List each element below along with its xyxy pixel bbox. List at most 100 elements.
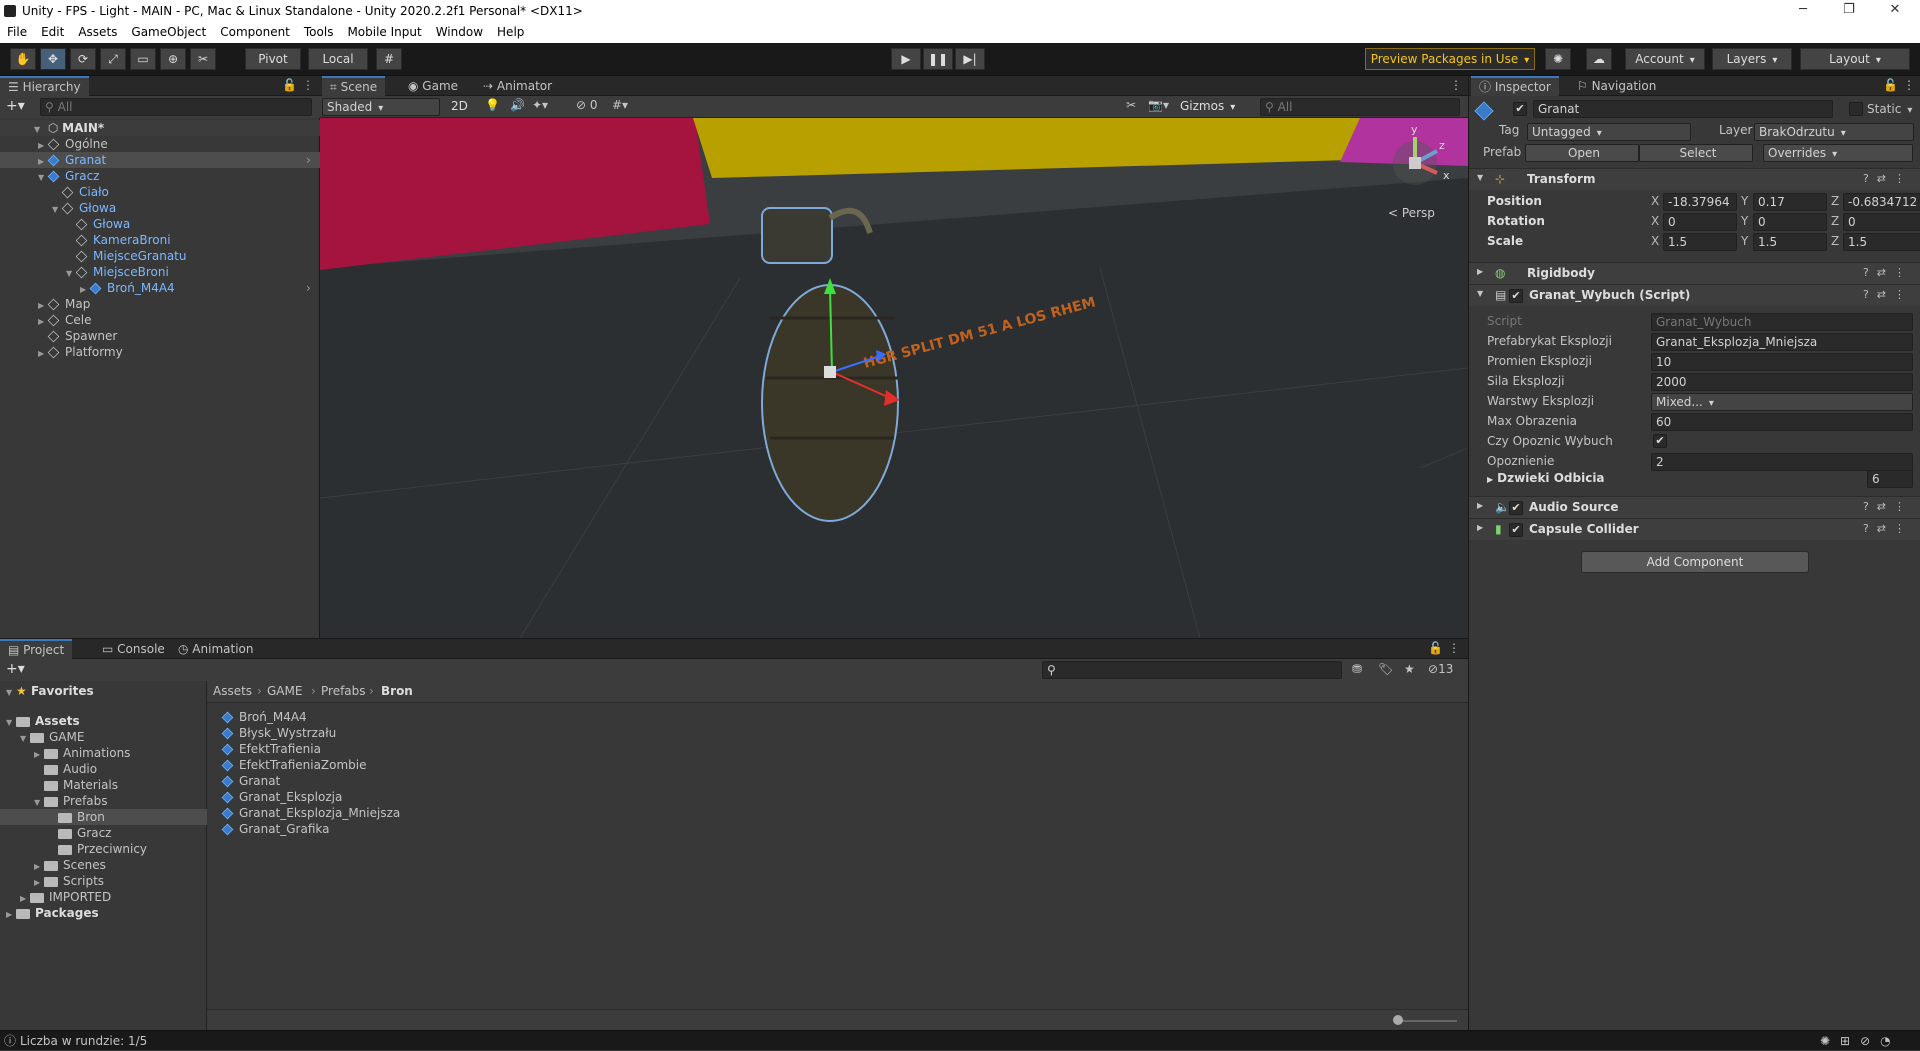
status-message[interactable]: Liczba w rundzie: 1/5 <box>20 1031 147 1051</box>
project-file-item[interactable]: Granat <box>221 773 622 789</box>
axis-x-label[interactable]: X <box>1651 192 1659 210</box>
maximize-button[interactable]: ❐ <box>1826 0 1872 22</box>
capsule-collider-header[interactable]: ▶ ▮ ✔ Capsule Collider ?⇄⋮ <box>1469 518 1920 540</box>
favorite-star-icon[interactable]: ★ <box>1404 662 1415 676</box>
audio-source-header[interactable]: ▶ 🔈 ✔ Audio Source ?⇄⋮ <box>1469 496 1920 518</box>
hierarchy-item[interactable]: ▶ Broń_M4A4 › <box>0 280 320 296</box>
filter-type-icon[interactable]: ⛃ <box>1352 662 1362 676</box>
hierarchy-item[interactable]: MiejsceGranatu <box>0 248 320 264</box>
expand-icon[interactable]: ▼ <box>6 685 16 701</box>
tab-scene[interactable]: ⌗ Scene <box>322 76 386 96</box>
lock-icon[interactable]: 🔓 <box>282 78 297 92</box>
project-file-item[interactable]: Broń_M4A4 <box>221 709 622 725</box>
breadcrumb-game[interactable]: GAME <box>267 684 302 698</box>
transform-rotation-z-input[interactable]: 0 <box>1843 213 1920 231</box>
scene-viewport[interactable]: HGR SPLIT DM 51 A LOS RHEM y z x < Persp <box>320 118 1468 638</box>
expand-icon[interactable]: ▶ <box>1477 523 1483 532</box>
scene-row[interactable]: ▼ ⬡ MAIN* <box>0 120 320 136</box>
project-file-item[interactable]: EfektTrafieniaZombie <box>221 757 622 773</box>
services-icon[interactable]: ✺ <box>1545 48 1571 70</box>
add-component-button[interactable]: Add Component <box>1581 551 1809 573</box>
component-icons[interactable]: ?⇄⋮ <box>1863 172 1913 185</box>
expand-icon[interactable]: ▶ <box>6 907 16 923</box>
tab-project[interactable]: ▤ Project <box>0 639 73 659</box>
project-tree-item[interactable]: ▼ ★ Favorites <box>0 683 207 699</box>
icon-size-slider[interactable] <box>1397 1020 1457 1022</box>
scene-search-input[interactable]: ⚲ All <box>1260 98 1460 116</box>
hidden-packages-icon[interactable]: ⊘13 <box>1428 662 1453 676</box>
menu-tools[interactable]: Tools <box>297 22 341 43</box>
script-header[interactable]: ▼ ▤ ✔ Granat_Wybuch (Script) ?⇄⋮ <box>1469 284 1920 306</box>
tab-console[interactable]: ▭ Console <box>94 639 173 659</box>
component-icons[interactable]: ?⇄⋮ <box>1863 288 1913 301</box>
scene-more-icon[interactable]: ⋮ <box>1450 78 1462 92</box>
hierarchy-item[interactable]: ▼ Głowa <box>0 200 320 216</box>
prefab-open-button[interactable]: Open <box>1525 144 1639 162</box>
grid-snap-icon[interactable]: # <box>376 48 402 70</box>
scale-tool-icon[interactable]: ⤢ <box>100 48 126 70</box>
prefab-select-button[interactable]: Select <box>1639 144 1753 162</box>
component-icons[interactable]: ?⇄⋮ <box>1863 522 1913 535</box>
more-menu-icon[interactable]: ⋮ <box>302 78 314 92</box>
axis-z-label[interactable]: Z <box>1831 192 1839 210</box>
local-toggle[interactable]: Local <box>308 48 368 70</box>
project-tree-item[interactable]: Materials <box>0 777 207 793</box>
project-tree-item[interactable]: Przeciwnicy <box>0 841 207 857</box>
project-tree-item[interactable]: Gracz <box>0 825 207 841</box>
hidden-objects-icon[interactable]: ⊘ 0 <box>576 98 598 112</box>
create-icon[interactable]: +▾ <box>6 98 25 114</box>
breadcrumb-assets[interactable]: Assets <box>213 684 252 698</box>
audio-enabled-checkbox[interactable]: ✔ <box>1509 501 1523 515</box>
hierarchy-item[interactable]: ▶ Platformy <box>0 344 320 360</box>
camera-icon[interactable]: 📷▾ <box>1148 98 1169 112</box>
hierarchy-item[interactable]: ▶ Map <box>0 296 320 312</box>
close-button[interactable]: ✕ <box>1872 0 1918 22</box>
project-file-item[interactable]: Granat_Eksplozja <box>221 789 622 805</box>
tab-animation[interactable]: ◷ Animation <box>170 639 261 659</box>
hierarchy-item[interactable]: ▼ MiejsceBroni <box>0 264 320 280</box>
project-tree-item[interactable]: ▼ Prefabs <box>0 793 207 809</box>
project-lock-icon[interactable]: 🔓 <box>1428 641 1443 655</box>
script-value-input[interactable]: 2 <box>1651 453 1913 471</box>
menu-mobile-input[interactable]: Mobile Input <box>340 22 428 43</box>
axis-x-label[interactable]: X <box>1651 212 1659 230</box>
tab-game[interactable]: ◉ Game <box>400 76 466 96</box>
project-tree-item[interactable]: ▶ Animations <box>0 745 207 761</box>
hand-tool-icon[interactable]: ✋ <box>10 48 36 70</box>
hierarchy-item[interactable]: ▼ Gracz <box>0 168 320 184</box>
expand-icon[interactable]: ▼ <box>1477 173 1483 182</box>
component-icons[interactable]: ?⇄⋮ <box>1863 500 1913 513</box>
breadcrumb-bron[interactable]: Bron <box>381 684 413 698</box>
breadcrumb-prefabs[interactable]: Prefabs <box>321 684 366 698</box>
lighting-icon[interactable]: 💡 <box>485 98 500 112</box>
warstwy-eksplozji-dropdown[interactable]: Mixed... <box>1651 393 1913 411</box>
axis-y-label[interactable]: Y <box>1741 232 1748 250</box>
menu-gameobject[interactable]: GameObject <box>124 22 213 43</box>
preview-packages-button[interactable]: Preview Packages in Use <box>1365 48 1535 70</box>
prefab-overrides-dropdown[interactable]: Overrides <box>1763 144 1913 162</box>
object-name-input[interactable]: Granat <box>1533 100 1833 118</box>
rotate-tool-icon[interactable]: ⟳ <box>70 48 96 70</box>
project-tree-item[interactable]: Audio <box>0 761 207 777</box>
menu-edit[interactable]: Edit <box>34 22 71 43</box>
expand-icon[interactable]: ▶ <box>1477 267 1483 276</box>
script-value-input[interactable]: 10 <box>1651 353 1913 371</box>
transform-header[interactable]: ▼ ⊹ Transform ?⇄⋮ <box>1469 168 1920 190</box>
status-icons[interactable]: ✺⊞⊘◔ <box>1820 1031 1901 1051</box>
tab-navigation[interactable]: ⚐ Navigation <box>1569 76 1664 96</box>
effects-icon[interactable]: ✦▾ <box>532 98 548 112</box>
hierarchy-search-input[interactable]: ⚲ All <box>40 98 312 116</box>
tab-hierarchy[interactable]: ☰ Hierarchy <box>0 76 89 96</box>
persp-label[interactable]: < Persp <box>1388 206 1435 220</box>
project-tree-item[interactable]: ▶ Scripts <box>0 873 207 889</box>
tab-inspector[interactable]: ⓘ Inspector <box>1471 76 1559 96</box>
project-tree-item[interactable]: ▶ Packages <box>0 905 207 921</box>
move-tool-icon[interactable]: ✥ <box>40 48 66 70</box>
inspector-lock-icon[interactable]: 🔓 <box>1883 78 1898 92</box>
dzwieki-odbicia-label[interactable]: ▶ Dzwieki Odbicia <box>1487 469 1605 489</box>
hierarchy-item[interactable]: KameraBroni <box>0 232 320 248</box>
script-value-input[interactable]: 60 <box>1651 413 1913 431</box>
project-tree-item[interactable]: ▼ Assets <box>0 713 207 729</box>
rect-tool-icon[interactable]: ▭ <box>130 48 156 70</box>
project-more-icon[interactable]: ⋮ <box>1448 641 1460 655</box>
